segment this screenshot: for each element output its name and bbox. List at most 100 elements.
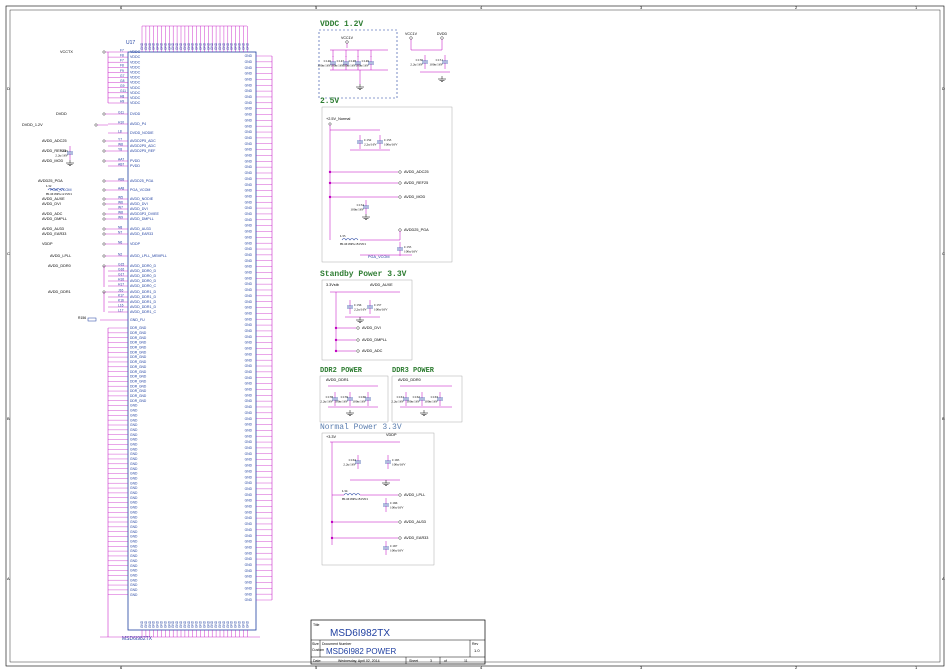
ic-left-gnd-name: GND bbox=[130, 569, 138, 573]
border-row-left: D bbox=[7, 86, 10, 91]
bead-value: BLM18PG181SN1 bbox=[340, 242, 366, 246]
ic-top-pin-name: GND bbox=[245, 42, 249, 50]
ic-right-pin-name: GND bbox=[245, 481, 253, 485]
net-port-circle bbox=[102, 179, 106, 183]
net-label: VDDP bbox=[386, 433, 397, 437]
capacitor: C1562.2u/16V bbox=[347, 300, 367, 314]
ic-left-gnd-name: GND bbox=[130, 447, 138, 451]
capacitor: C162100n/16V bbox=[406, 392, 425, 406]
cap-ref: C154 bbox=[357, 203, 365, 207]
ic-left-gnd-name: GND bbox=[130, 535, 138, 539]
ic-left-pin-num: H9 bbox=[120, 99, 124, 103]
ic-left-pin-name: AVDD_DDR1_D bbox=[130, 290, 156, 294]
left-net-label: AVDD_DDR0 bbox=[48, 264, 71, 268]
ic-left-pin-name: AVDD_DMPLL bbox=[130, 217, 154, 221]
net-port-circle bbox=[102, 202, 106, 206]
ic-left-pin-num: H10 bbox=[118, 120, 124, 124]
net-port-circle bbox=[102, 254, 106, 258]
ic-left-gnd-name: DDR_GND bbox=[130, 365, 147, 369]
ic-gnd-fu: GND_FU bbox=[130, 318, 145, 322]
ic-right-pin-name: GND bbox=[245, 60, 253, 64]
capacitor: C166100n/16V bbox=[383, 498, 404, 512]
left-net-label: AVDD_ADC25 bbox=[42, 139, 67, 143]
ic-left-pin-num: G16 bbox=[118, 267, 124, 271]
ic-left-pin-name: VDDC bbox=[130, 65, 141, 69]
ic-right-pin-name: GND bbox=[245, 598, 253, 602]
ic-left-gnd-name: GND bbox=[130, 452, 138, 456]
ic-left-gnd-name: GND bbox=[130, 515, 138, 519]
left-net-label: AVDD_ADC bbox=[42, 212, 63, 216]
ic-left-pin-num: H17 bbox=[118, 282, 124, 286]
net-port-label: AVDD_AU33 bbox=[404, 520, 426, 524]
ic-left-gnd-name: GND bbox=[130, 433, 138, 437]
ic-right-pin-name: GND bbox=[245, 364, 253, 368]
ic-top-pins: GND GND GND GND GND GND GND GND GND GND GND GND GND G… bbox=[140, 25, 249, 52]
ic-left-pin-num: G15 bbox=[118, 262, 124, 266]
ic-u17: U17 MSD6I982TX GND GND GND GND GND GND GND GND G… bbox=[100, 25, 273, 642]
ic-left-gnd-name: GND bbox=[130, 462, 138, 466]
ic-left-pin-num: L8 bbox=[118, 129, 122, 133]
capacitor: C167100n/16V bbox=[383, 541, 404, 555]
bead-value: BLM18PG121SN1 bbox=[46, 192, 72, 196]
tb-of: 11 bbox=[464, 659, 468, 663]
ic-left-pin-num: G7 bbox=[120, 74, 125, 78]
normal-box bbox=[321, 432, 435, 566]
ic-left-pin-name: AVDD_DDR0_C bbox=[130, 284, 156, 288]
ic-left-pin-name: VDDP bbox=[130, 242, 141, 246]
ic-right-pin-name: GND bbox=[245, 399, 253, 403]
border-row-right: D bbox=[942, 86, 945, 91]
capacitor: C165100n/16V bbox=[385, 455, 406, 469]
ic-left-gnd-name: GND bbox=[130, 438, 138, 442]
ic-left-gnd-name: GND bbox=[130, 573, 138, 577]
cap-ref: C165 bbox=[392, 458, 400, 462]
cap-value: 100n/16V bbox=[355, 64, 369, 68]
cap-value: 100n/16V bbox=[384, 143, 398, 147]
ic-left-pin-name: AVDD_DDR1_D bbox=[130, 300, 156, 304]
ic-left-pin-num: AA7 bbox=[118, 157, 124, 161]
ic-left-gnd-name: GND bbox=[130, 530, 138, 534]
ic-left-pin-num: F8 bbox=[120, 54, 124, 58]
section-normal: Normal Power 3.3V +3.3V VDDPC1642.2u/16VC… bbox=[320, 423, 435, 566]
ic-left-pin-num: AB8 bbox=[118, 177, 124, 181]
ic-right-pin-name: GND bbox=[245, 329, 253, 333]
ground-symbol bbox=[420, 410, 428, 416]
net-port: AVDD_ADC25 bbox=[398, 170, 429, 174]
cap-ref: C157 bbox=[374, 303, 382, 307]
cap-value: 100n/16V bbox=[392, 463, 406, 467]
power-net-label: VCC1V bbox=[405, 32, 418, 36]
capacitor: C160100n/16V bbox=[352, 392, 371, 406]
power-net-label: DVDD bbox=[437, 32, 448, 36]
junction-dot bbox=[328, 195, 332, 199]
net-label: 3.3Vstb bbox=[326, 283, 339, 287]
ic-right-pin-name: GND bbox=[245, 563, 253, 567]
tb-sheet-label: Sheet bbox=[409, 659, 418, 663]
ic-right-pin-name: GND bbox=[245, 358, 253, 362]
cap-value: 100n/16V bbox=[390, 549, 404, 553]
ic-left-gnd-name: DDR_GND bbox=[130, 346, 147, 350]
ic-left-gnd-name: DDR_GND bbox=[130, 379, 147, 383]
ic-left-pin-num: Y8 bbox=[118, 147, 122, 151]
ic-left-pin-name: DVDD_NODIE bbox=[130, 131, 154, 135]
ic-left-gnd-name: DDR_GND bbox=[130, 360, 147, 364]
ic-right-pin-name: GND bbox=[245, 241, 253, 245]
net-port-circle bbox=[102, 159, 106, 163]
cap-value: 2.2u/16V bbox=[410, 63, 423, 67]
cap-ref: C161 bbox=[397, 395, 405, 399]
ic-left-gnd-name: GND bbox=[130, 418, 138, 422]
title-block: Title MSD6I982TX Size Custom Document Nu… bbox=[310, 619, 486, 665]
net-port-circle bbox=[102, 50, 106, 54]
ic-left-gnd-name: DDR_GND bbox=[130, 370, 147, 374]
ic-right-pin-name: GND bbox=[245, 265, 253, 269]
ic-right-pin-name: GND bbox=[245, 581, 253, 585]
ic-right-pin-name: GND bbox=[245, 311, 253, 315]
junction-dot bbox=[328, 170, 332, 174]
ic-left-pin-name: AVDD_DVI bbox=[130, 202, 148, 206]
v25-title: 2.5V bbox=[320, 97, 339, 106]
ic-right-pin-name: GND bbox=[245, 72, 253, 76]
capacitor: C1502.2u/16V bbox=[410, 55, 428, 69]
tb-date: Wednesday, April 02, 2014 bbox=[338, 659, 380, 663]
ic-right-pin-name: GND bbox=[245, 452, 253, 456]
ic-right-pin-name: GND bbox=[245, 171, 253, 175]
ic-left-pin-num: N8 bbox=[118, 225, 122, 229]
ic-right-pin-name: GND bbox=[245, 154, 253, 158]
